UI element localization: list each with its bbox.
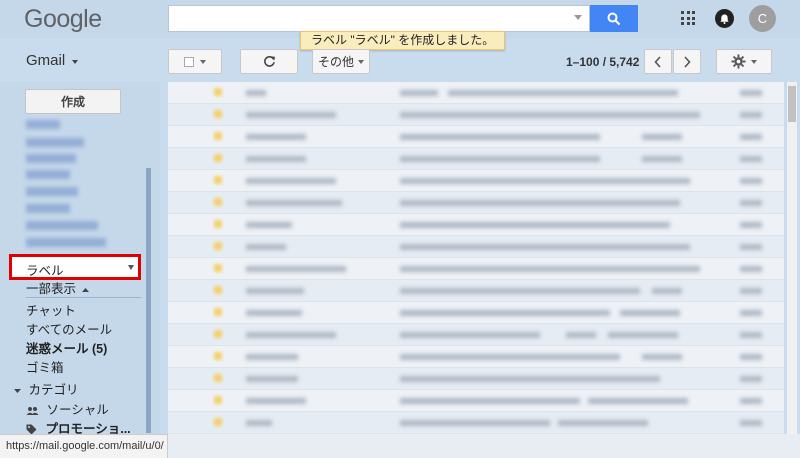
search-options-chevron-icon[interactable]: [574, 15, 582, 20]
mail-list: [168, 82, 784, 434]
gmail-chevron-down-icon[interactable]: [72, 60, 78, 64]
table-row[interactable]: [168, 148, 784, 170]
table-row[interactable]: [168, 236, 784, 258]
search-button[interactable]: [590, 5, 638, 32]
sidebar-blurred-item[interactable]: [26, 238, 106, 247]
bell-icon: [720, 14, 729, 24]
pagination-count: 1–100 / 5,742: [566, 55, 640, 69]
table-row[interactable]: [168, 126, 784, 148]
google-logo[interactable]: Google: [24, 5, 102, 34]
important-marker-icon[interactable]: [214, 88, 222, 96]
sidebar-blurred-item[interactable]: [26, 187, 78, 196]
sidebar-blurred-item[interactable]: [26, 221, 98, 230]
table-row[interactable]: [168, 258, 784, 280]
table-row[interactable]: [168, 214, 784, 236]
sidebar-item-label[interactable]: ラベル: [9, 254, 141, 280]
sidebar-blurred-item[interactable]: [26, 204, 70, 213]
important-marker-icon[interactable]: [214, 110, 222, 118]
table-row[interactable]: [168, 170, 784, 192]
table-row[interactable]: [168, 104, 784, 126]
important-marker-icon[interactable]: [214, 352, 222, 360]
label-created-toast: ラベル "ラベル" を作成しました。: [300, 31, 506, 50]
more-actions-label: その他: [317, 55, 354, 69]
sidebar-divider: [26, 297, 141, 298]
sidebar-scrollbar[interactable]: [146, 168, 151, 433]
chevron-down-icon: [358, 59, 364, 64]
sidebar-item-label-text: ラベル: [26, 264, 64, 278]
search-icon: [607, 12, 621, 25]
chevron-up-icon: [81, 287, 89, 292]
important-marker-icon[interactable]: [214, 242, 222, 250]
table-row[interactable]: [168, 324, 784, 346]
important-marker-icon[interactable]: [214, 286, 222, 294]
chevron-down-icon: [200, 59, 206, 64]
sidebar-item-social-label: ソーシャル: [46, 403, 109, 417]
chevron-left-icon: [654, 55, 661, 68]
category-header-text: カテゴリ: [28, 383, 79, 397]
refresh-icon: [263, 56, 275, 67]
mail-list-scrollbar[interactable]: [787, 82, 797, 434]
account-avatar[interactable]: C: [749, 5, 776, 32]
important-marker-icon[interactable]: [214, 374, 222, 382]
more-actions-button[interactable]: その他: [312, 49, 370, 74]
chevron-down-icon: [751, 59, 757, 64]
show-less-text: 一部表示: [26, 282, 77, 296]
sidebar-item-all-mail[interactable]: すべてのメール: [26, 319, 112, 338]
gear-icon: [731, 54, 746, 69]
gmail-app-switcher[interactable]: Gmail: [26, 52, 65, 69]
sidebar-blurred-item[interactable]: [26, 138, 84, 147]
people-icon: [26, 406, 39, 415]
table-row[interactable]: [168, 368, 784, 390]
important-marker-icon[interactable]: [214, 176, 222, 184]
table-row[interactable]: [168, 280, 784, 302]
important-marker-icon[interactable]: [214, 132, 222, 140]
chevron-down-icon: [14, 388, 21, 393]
search-input[interactable]: [168, 5, 590, 32]
sidebar-blurred-item[interactable]: [26, 170, 70, 179]
important-marker-icon[interactable]: [214, 198, 222, 206]
chevron-right-icon: [684, 55, 691, 68]
newer-page-button[interactable]: [644, 49, 672, 74]
important-marker-icon[interactable]: [214, 308, 222, 316]
important-marker-icon[interactable]: [214, 418, 222, 426]
table-row[interactable]: [168, 302, 784, 324]
important-marker-icon[interactable]: [214, 154, 222, 162]
important-marker-icon[interactable]: [214, 220, 222, 228]
table-row[interactable]: [168, 412, 784, 434]
notifications-bell-icon[interactable]: [715, 9, 734, 28]
show-less-toggle[interactable]: 一部表示: [26, 278, 89, 297]
scrollbar-thumb[interactable]: [788, 86, 796, 122]
apps-grid-icon[interactable]: [681, 11, 695, 25]
select-checkbox[interactable]: [184, 56, 194, 67]
table-row[interactable]: [168, 346, 784, 368]
sidebar-item-social[interactable]: ソーシャル: [26, 399, 109, 418]
older-page-button[interactable]: [673, 49, 701, 74]
sidebar-category-header[interactable]: カテゴリ: [14, 379, 79, 398]
status-bar-url: https://mail.google.com/mail/u/0/: [0, 434, 168, 458]
table-row[interactable]: [168, 82, 784, 104]
bottom-strip: [168, 434, 800, 458]
sidebar-blurred-item[interactable]: [26, 154, 76, 163]
compose-button[interactable]: 作成: [25, 89, 121, 114]
sidebar-item-spam[interactable]: 迷惑メール (5): [26, 338, 107, 357]
table-row[interactable]: [168, 390, 784, 412]
refresh-button[interactable]: [240, 49, 298, 74]
select-all-button[interactable]: [168, 49, 222, 74]
label-options-chevron-icon[interactable]: [128, 265, 134, 270]
table-row[interactable]: [168, 192, 784, 214]
sidebar: 作成 ラベル 一部表示 チャット すべてのメール 迷惑メール (5) ゴミ箱 カ…: [0, 82, 160, 436]
important-marker-icon[interactable]: [214, 330, 222, 338]
sidebar-blurred-item[interactable]: [26, 120, 60, 129]
important-marker-icon[interactable]: [214, 396, 222, 404]
important-marker-icon[interactable]: [214, 264, 222, 272]
settings-button[interactable]: [716, 49, 772, 74]
sidebar-item-trash[interactable]: ゴミ箱: [26, 357, 64, 376]
sidebar-item-chat[interactable]: チャット: [26, 300, 76, 319]
